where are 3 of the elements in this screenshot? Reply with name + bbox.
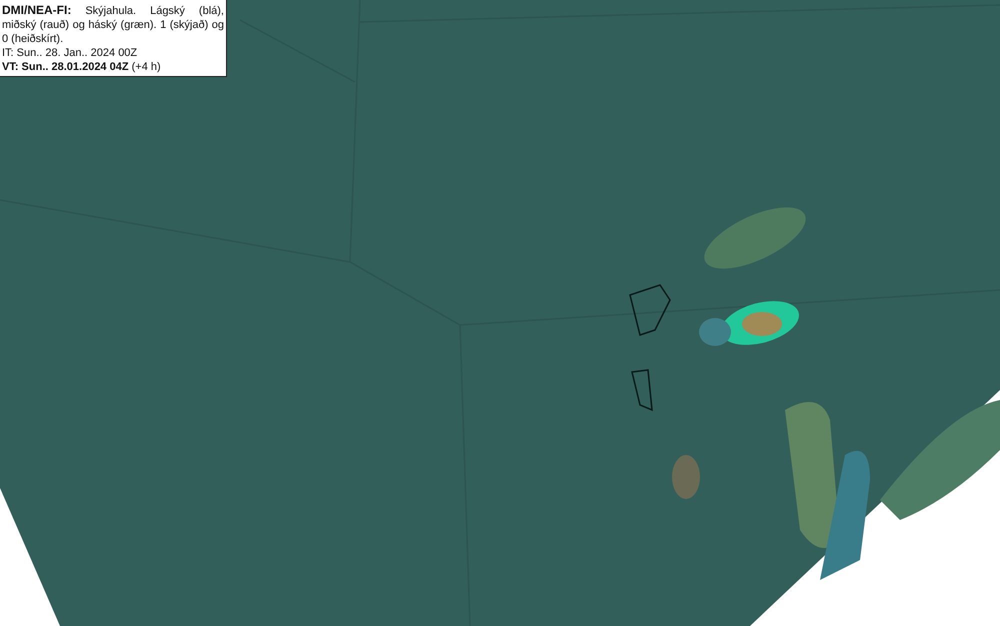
- valid-time: VT: Sun.. 28.01.2024 04Z (+4 h): [2, 60, 162, 74]
- legend-description: DMI/NEA-FI: Skýjahula. Lágský (blá), miðský (rauð) og háský (græn). 1 (skýjað) og 0 (heiðskírt).: [2, 3, 224, 46]
- issue-time: IT: Sun.. 28. Jan.. 2024 00Z: [2, 46, 138, 60]
